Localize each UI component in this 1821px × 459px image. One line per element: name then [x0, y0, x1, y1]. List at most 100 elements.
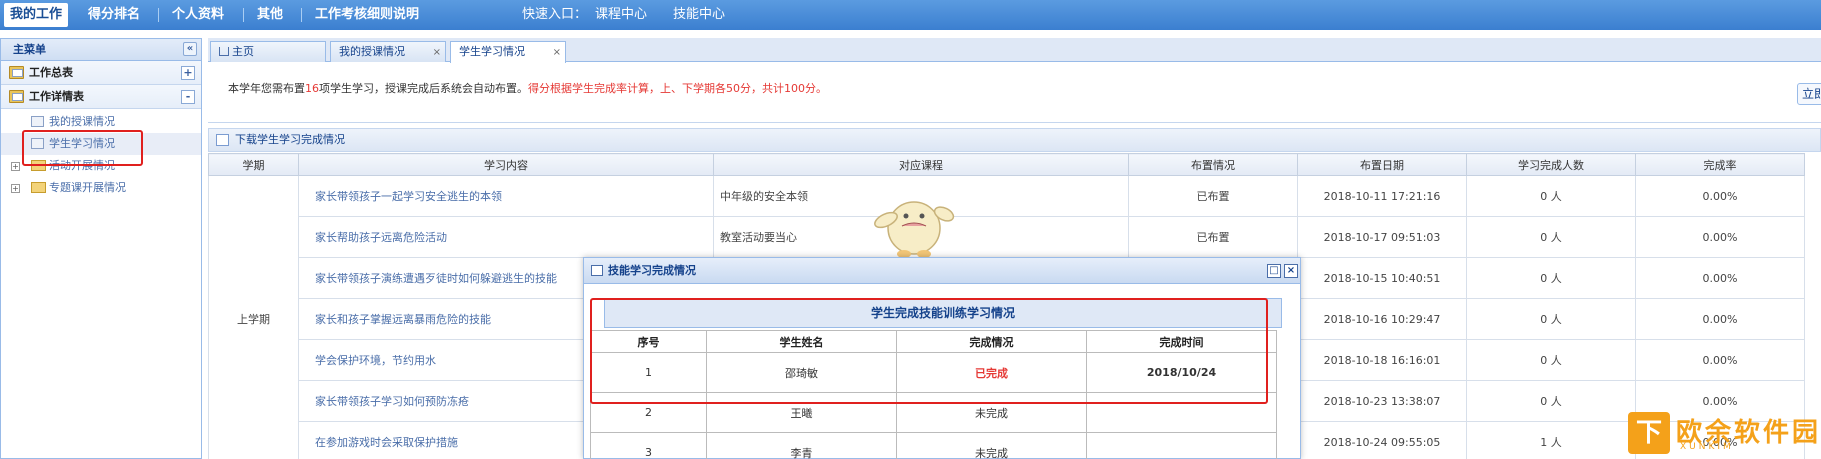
count-link[interactable]: 0 人 [1466, 175, 1636, 217]
highlight-box [22, 130, 143, 166]
nav-separator [158, 8, 159, 22]
status-cell: 未完成 [896, 432, 1087, 459]
no-cell: 3 [590, 432, 707, 459]
mascot-image [874, 201, 955, 258]
quick-link-course-center[interactable]: 课程中心 [595, 0, 647, 30]
notice-panel: 本学年您需布置16项学生学习，授课完成后系统会自动布置。得分根据学生完成率计算，… [208, 63, 1821, 123]
folder-icon [9, 66, 24, 79]
watermark-logo: 下 欧余软件园 XUNKIM [1624, 408, 1821, 459]
nav-other[interactable]: 其他 [257, 0, 283, 30]
time-cell [1086, 432, 1277, 459]
sidebar-group-work-details[interactable]: 工作详情表 - [1, 85, 201, 109]
tree-expand-icon[interactable]: + [11, 162, 20, 171]
nav-my-work[interactable]: 我的工作 [4, 3, 69, 27]
count-link[interactable]: 0 人 [1466, 257, 1636, 299]
grid-icon [591, 265, 603, 276]
header-content: 学习内容 [298, 153, 714, 176]
sidebar-title: 主菜单 [13, 43, 46, 56]
header-course: 对应课程 [713, 153, 1129, 176]
rate-cell: 0.00% [1635, 175, 1805, 217]
sidebar-header: 主菜单 « [1, 39, 201, 61]
expand-icon[interactable]: + [181, 66, 195, 80]
sidebar-group-label: 工作总表 [29, 66, 73, 79]
dialog-title: 技能学习完成情况 [608, 264, 696, 277]
notice-red-text: 得分根据学生完成率计算，上、下学期各50分，共计100分。 [528, 82, 827, 95]
sidebar-item-special-courses[interactable]: + 专题课开展情况 [1, 177, 201, 199]
sidebar-group-label: 工作详情表 [29, 90, 84, 103]
count-link[interactable]: 0 人 [1466, 339, 1636, 381]
status-cell: 已布置 [1128, 216, 1298, 258]
count-link[interactable]: 0 人 [1466, 216, 1636, 258]
nav-profile[interactable]: 个人资料 [172, 0, 224, 30]
sidebar-item-label: 专题课开展情况 [49, 181, 126, 194]
count-link[interactable]: 1 人 [1466, 421, 1636, 459]
date-cell: 2018-10-18 16:16:01 [1297, 339, 1467, 381]
sidebar-group-work-summary[interactable]: 工作总表 + [1, 61, 201, 85]
download-bar[interactable]: 下载学生学习完成情况 [208, 128, 1821, 152]
table-row: 3 李青 未完成 [590, 432, 1277, 459]
term-cell: 上学期 [208, 175, 299, 459]
nav-score-ranking[interactable]: 得分排名 [88, 0, 140, 30]
nav-separator [301, 8, 302, 22]
folder-icon [31, 182, 46, 193]
maximize-icon[interactable]: □ [1267, 264, 1281, 278]
nav-assessment-rules[interactable]: 工作考核细则说明 [315, 0, 419, 30]
tab-my-teaching[interactable]: 我的授课情况 × [330, 41, 446, 62]
header-count: 学习完成人数 [1466, 153, 1636, 176]
date-cell: 2018-10-15 10:40:51 [1297, 257, 1467, 299]
header-rate: 完成率 [1635, 153, 1805, 176]
watermark-sub: XUNKIM [1680, 442, 1734, 452]
quick-link-skill-center[interactable]: 技能中心 [673, 0, 725, 30]
table-row: 家长帮助孩子远离危险活动 教室活动要当心 已布置 2018-10-17 09:5… [209, 216, 1805, 258]
tree-expand-icon[interactable]: + [11, 184, 20, 193]
date-cell: 2018-10-23 13:38:07 [1297, 380, 1467, 422]
notice-text-before: 本学年您需布置 [228, 82, 305, 95]
download-label: 下载学生学习完成情况 [235, 133, 345, 146]
tab-bar: 主页 我的授课情况 × 学生学习情况 × [208, 38, 1821, 63]
notice-text-middle: 项学生学习，授课完成后系统会自动布置。 [319, 82, 528, 95]
tab-student-learning[interactable]: 学生学习情况 × [450, 41, 566, 63]
header-status: 布置情况 [1128, 153, 1298, 176]
count-link[interactable]: 0 人 [1466, 380, 1636, 422]
rate-cell: 0.00% [1635, 298, 1805, 340]
collapse-icon[interactable]: « [183, 42, 197, 56]
tab-label: 主页 [232, 45, 254, 58]
tab-label: 我的授课情况 [339, 45, 405, 58]
sidebar: 主菜单 « 工作总表 + 工作详情表 - 我的授课情况 学生学习情况 + 活动开… [0, 38, 202, 459]
rate-cell: 0.00% [1635, 257, 1805, 299]
header-term: 学期 [208, 153, 299, 176]
date-cell: 2018-10-16 10:29:47 [1297, 298, 1467, 340]
header-date: 布置日期 [1297, 153, 1467, 176]
folder-icon [9, 90, 24, 103]
tab-label: 学生学习情况 [459, 45, 525, 58]
dialog-title-bar[interactable]: 技能学习完成情况 □ × [584, 258, 1300, 284]
collapse-group-icon[interactable]: - [181, 90, 195, 104]
close-icon[interactable]: × [433, 43, 441, 62]
page-icon [31, 116, 44, 127]
sidebar-item-label: 我的授课情况 [49, 115, 115, 128]
status-cell: 已布置 [1128, 175, 1298, 217]
home-icon [219, 47, 229, 56]
table-row: 上学期 家长带领孩子一起学习安全逃生的本领 中年级的安全本领 已布置 2018-… [208, 175, 1805, 459]
nav-separator [243, 8, 244, 22]
rate-cell: 0.00% [1635, 339, 1805, 381]
highlight-box [590, 298, 1268, 404]
close-icon[interactable]: × [1284, 264, 1298, 278]
content-link[interactable]: 家长带领孩子一起学习安全逃生的本领 [298, 175, 714, 217]
rate-cell: 0.00% [1635, 216, 1805, 258]
table-header-row: 学期 学习内容 对应课程 布置情况 布置日期 学习完成人数 完成率 [208, 153, 1805, 176]
immediate-button[interactable]: 立即 [1797, 83, 1821, 105]
date-cell: 2018-10-24 09:55:05 [1297, 421, 1467, 459]
name-cell: 李青 [706, 432, 897, 459]
notice-count: 16 [305, 82, 319, 95]
tab-home[interactable]: 主页 [210, 41, 326, 62]
notice-text: 本学年您需布置16项学生学习，授课完成后系统会自动布置。得分根据学生完成率计算，… [228, 80, 827, 96]
content-link[interactable]: 家长帮助孩子远离危险活动 [298, 216, 714, 258]
count-link[interactable]: 0 人 [1466, 298, 1636, 340]
watermark-badge: 下 [1628, 412, 1670, 454]
close-icon[interactable]: × [553, 43, 561, 62]
download-icon [216, 134, 229, 146]
top-nav: 我的工作 得分排名 个人资料 其他 工作考核细则说明 快速入口： 课程中心 技能… [0, 0, 1821, 30]
quick-entry-label: 快速入口： [522, 7, 588, 22]
date-cell: 2018-10-11 17:21:16 [1297, 175, 1467, 217]
